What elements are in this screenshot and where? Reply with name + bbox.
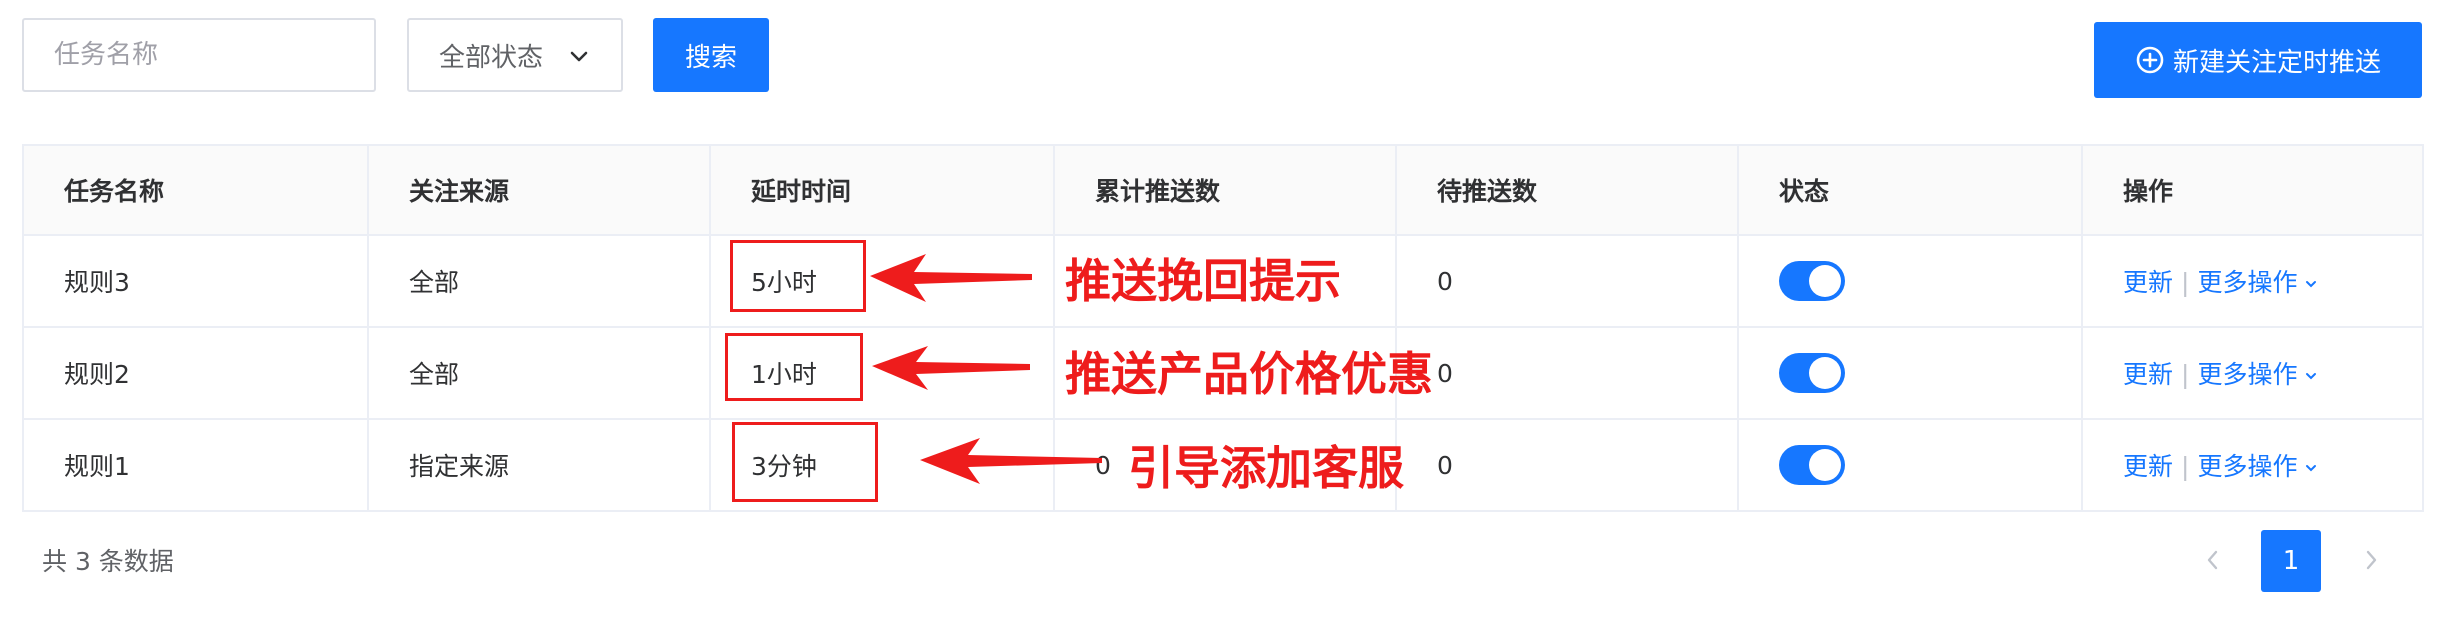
total-count-text: 共 3 条数据 (42, 547, 174, 576)
cell-source: 指定来源 (368, 419, 711, 510)
column-header-source: 关注来源 (368, 146, 711, 236)
task-name-input[interactable] (22, 18, 376, 92)
annotation-text-row-1: 引导添加客服 (1128, 441, 1404, 495)
annotation-box-row-1 (732, 422, 878, 502)
chevron-down-icon (2306, 373, 2317, 380)
chevron-right-icon[interactable] (2358, 545, 2384, 575)
column-header-total-pushed: 累计推送数 (1054, 146, 1397, 236)
update-link[interactable]: 更新 (2123, 268, 2173, 297)
new-push-button[interactable]: 新建关注定时推送 (2094, 22, 2422, 98)
cell-task-name: 规则3 (24, 235, 369, 328)
more-actions-label: 更多操作 (2197, 452, 2298, 481)
more-actions-label: 更多操作 (2197, 360, 2298, 389)
status-select-value: 全部状态 (439, 42, 544, 73)
update-link[interactable]: 更新 (2123, 360, 2173, 389)
pagination-current-page[interactable]: 1 (2261, 530, 2321, 592)
more-actions-dropdown[interactable]: 更多操作 (2197, 360, 2319, 389)
column-header-pending: 待推送数 (1396, 146, 1739, 236)
chevron-down-icon (570, 51, 588, 62)
column-header-status: 状态 (1738, 146, 2083, 236)
cell-status (1738, 235, 2083, 328)
cell-pending: 0 (1396, 235, 1739, 328)
cell-status (1738, 327, 2083, 420)
annotation-text-row-3: 推送挽回提示 (1065, 254, 1341, 308)
annotation-arrow-icon (870, 254, 1032, 302)
cell-source: 全部 (368, 327, 711, 420)
toggle-knob (1809, 357, 1841, 389)
cell-task-name: 规则1 (24, 419, 369, 510)
annotation-arrow-icon (872, 346, 1030, 390)
action-separator: | (2181, 360, 2190, 389)
cell-actions: 更新 | 更多操作 (2082, 327, 2422, 420)
cell-actions: 更新 | 更多操作 (2082, 419, 2422, 510)
new-push-button-label: 新建关注定时推送 (2172, 47, 2381, 78)
toggle-knob (1809, 449, 1841, 481)
cell-pending: 0 (1396, 327, 1739, 420)
plus-circle-icon (2136, 46, 2164, 74)
table-header-row: 任务名称 关注来源 延时时间 累计推送数 待推送数 状态 操作 (24, 146, 2422, 236)
cell-actions: 更新 | 更多操作 (2082, 235, 2422, 328)
cell-task-name: 规则2 (24, 327, 369, 420)
annotation-text-row-2: 推送产品价格优惠 (1065, 347, 1433, 401)
column-header-actions: 操作 (2082, 146, 2422, 236)
status-toggle[interactable] (1779, 261, 1845, 301)
update-link[interactable]: 更新 (2123, 452, 2173, 481)
search-button[interactable]: 搜索 (653, 18, 769, 92)
more-actions-label: 更多操作 (2197, 268, 2298, 297)
more-actions-dropdown[interactable]: 更多操作 (2197, 268, 2319, 297)
annotation-arrow-icon (920, 438, 1102, 484)
annotation-box-row-3 (730, 240, 866, 312)
action-separator: | (2181, 452, 2190, 481)
status-select[interactable]: 全部状态 (407, 18, 623, 92)
column-header-delay: 延时时间 (710, 146, 1055, 236)
cell-source: 全部 (368, 235, 711, 328)
chevron-down-icon (2306, 465, 2317, 472)
more-actions-dropdown[interactable]: 更多操作 (2197, 452, 2319, 481)
column-header-task-name: 任务名称 (24, 146, 369, 236)
annotation-box-row-2 (725, 333, 863, 401)
action-separator: | (2181, 268, 2190, 297)
chevron-down-icon (2306, 281, 2317, 288)
status-toggle[interactable] (1779, 353, 1845, 393)
chevron-left-icon[interactable] (2200, 545, 2226, 575)
cell-status (1738, 419, 2083, 510)
cell-pending: 0 (1396, 419, 1739, 510)
status-toggle[interactable] (1779, 445, 1845, 485)
toggle-knob (1809, 265, 1841, 297)
